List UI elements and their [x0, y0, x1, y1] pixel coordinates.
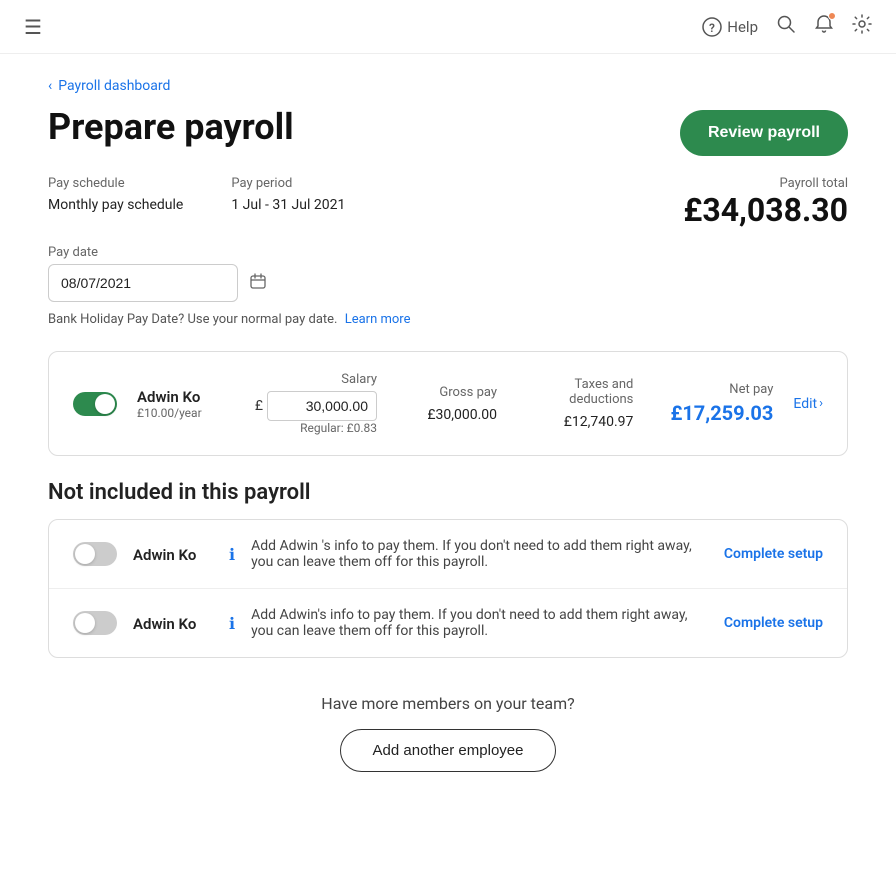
review-payroll-button[interactable]: Review payroll: [680, 110, 848, 156]
main-content: ‹ Payroll dashboard Prepare payroll Revi…: [0, 54, 896, 832]
taxes-label: Taxes and deductions: [517, 377, 633, 407]
pay-schedule-block: Pay schedule Monthly pay schedule: [48, 176, 183, 213]
edit-link[interactable]: Edit ›: [793, 396, 823, 412]
header-right: ? Help: [702, 14, 872, 39]
settings-icon[interactable]: [852, 14, 872, 39]
info-icon-1: ℹ: [229, 545, 235, 564]
gross-pay-value: £30,000.00: [427, 407, 497, 423]
info-icon-2: ℹ: [229, 614, 235, 633]
employee-row: Adwin Ko £10.00/year Salary £ Regular: £…: [73, 372, 823, 435]
net-pay-block: Net pay £17,259.03: [653, 382, 773, 425]
net-pay-value: £17,259.03: [670, 401, 773, 425]
taxes-block: Taxes and deductions £12,740.97: [517, 377, 633, 430]
salary-block: Salary £ Regular: £0.83: [257, 372, 377, 435]
salary-input[interactable]: [267, 391, 377, 421]
not-included-row-2: Adwin Ko ℹ Add Adwin's info to pay them.…: [49, 588, 847, 657]
salary-regular: Regular: £0.83: [257, 421, 377, 435]
back-arrow: ‹: [48, 78, 52, 94]
pay-schedule-label: Pay schedule: [48, 176, 183, 191]
page-header: Prepare payroll Review payroll: [48, 106, 848, 156]
employee-toggle-on[interactable]: [73, 392, 117, 416]
bottom-cta: Have more members on your team? Add anot…: [48, 694, 848, 808]
notification-dot: [828, 12, 836, 20]
help-button[interactable]: ? Help: [702, 17, 758, 37]
pay-period-value: 1 Jul - 31 Jul 2021: [231, 197, 345, 213]
not-included-title: Not included in this payroll: [48, 480, 848, 505]
employee-name: Adwin Ko: [137, 388, 237, 406]
notification-icon[interactable]: [814, 14, 834, 39]
pay-period-label: Pay period: [231, 176, 345, 191]
svg-text:?: ?: [709, 21, 715, 35]
not-included-message-2: Add Adwin's info to pay them. If you don…: [251, 607, 708, 639]
pay-date-input-wrapper[interactable]: [48, 264, 238, 302]
search-icon[interactable]: [776, 14, 796, 39]
taxes-value: £12,740.97: [564, 414, 634, 430]
salary-input-row: £: [257, 391, 377, 421]
app-header: ☰ ? Help: [0, 0, 896, 54]
net-pay-label: Net pay: [653, 382, 773, 397]
hamburger-icon[interactable]: ☰: [24, 15, 42, 39]
help-label: Help: [727, 18, 758, 36]
breadcrumb-link[interactable]: Payroll dashboard: [58, 78, 170, 94]
not-included-card: Adwin Ko ℹ Add Adwin 's info to pay them…: [48, 519, 848, 658]
pay-schedule-value: Monthly pay schedule: [48, 197, 183, 213]
not-included-row-1: Adwin Ko ℹ Add Adwin 's info to pay them…: [49, 520, 847, 588]
pay-date-block: Pay date: [48, 245, 848, 302]
pay-date-input[interactable]: [61, 275, 242, 291]
pay-period-block: Pay period 1 Jul - 31 Jul 2021: [231, 176, 345, 213]
gross-pay-label: Gross pay: [397, 385, 497, 400]
not-included-name-1: Adwin Ko: [133, 545, 213, 564]
not-included-name-2: Adwin Ko: [133, 614, 213, 633]
currency-symbol: £: [255, 398, 263, 414]
calendar-icon: [250, 273, 266, 293]
not-included-toggle-1[interactable]: [73, 542, 117, 566]
help-icon: ?: [702, 17, 722, 37]
pay-date-label: Pay date: [48, 245, 848, 260]
not-included-message-1: Add Adwin 's info to pay them. If you do…: [251, 538, 708, 570]
breadcrumb: ‹ Payroll dashboard: [48, 78, 848, 94]
add-employee-button[interactable]: Add another employee: [340, 729, 557, 772]
employee-name-block: Adwin Ko £10.00/year: [137, 388, 237, 420]
team-question: Have more members on your team?: [48, 694, 848, 713]
payroll-total-label: Payroll total: [683, 176, 848, 191]
gross-pay-block: Gross pay £30,000.00: [397, 385, 497, 423]
chevron-right-icon: ›: [819, 396, 823, 411]
header-left: ☰: [24, 15, 42, 39]
employee-rate: £10.00/year: [137, 406, 237, 420]
payroll-total-block: Payroll total £34,038.30: [683, 176, 848, 229]
complete-setup-link-1[interactable]: Complete setup: [724, 546, 823, 562]
not-included-toggle-2[interactable]: [73, 611, 117, 635]
page-title: Prepare payroll: [48, 106, 294, 148]
learn-more-link[interactable]: Learn more: [345, 312, 411, 327]
employee-card: Adwin Ko £10.00/year Salary £ Regular: £…: [48, 351, 848, 456]
bank-holiday-note: Bank Holiday Pay Date? Use your normal p…: [48, 312, 848, 327]
salary-label: Salary: [257, 372, 377, 387]
payroll-total-value: £34,038.30: [683, 191, 848, 229]
complete-setup-link-2[interactable]: Complete setup: [724, 615, 823, 631]
